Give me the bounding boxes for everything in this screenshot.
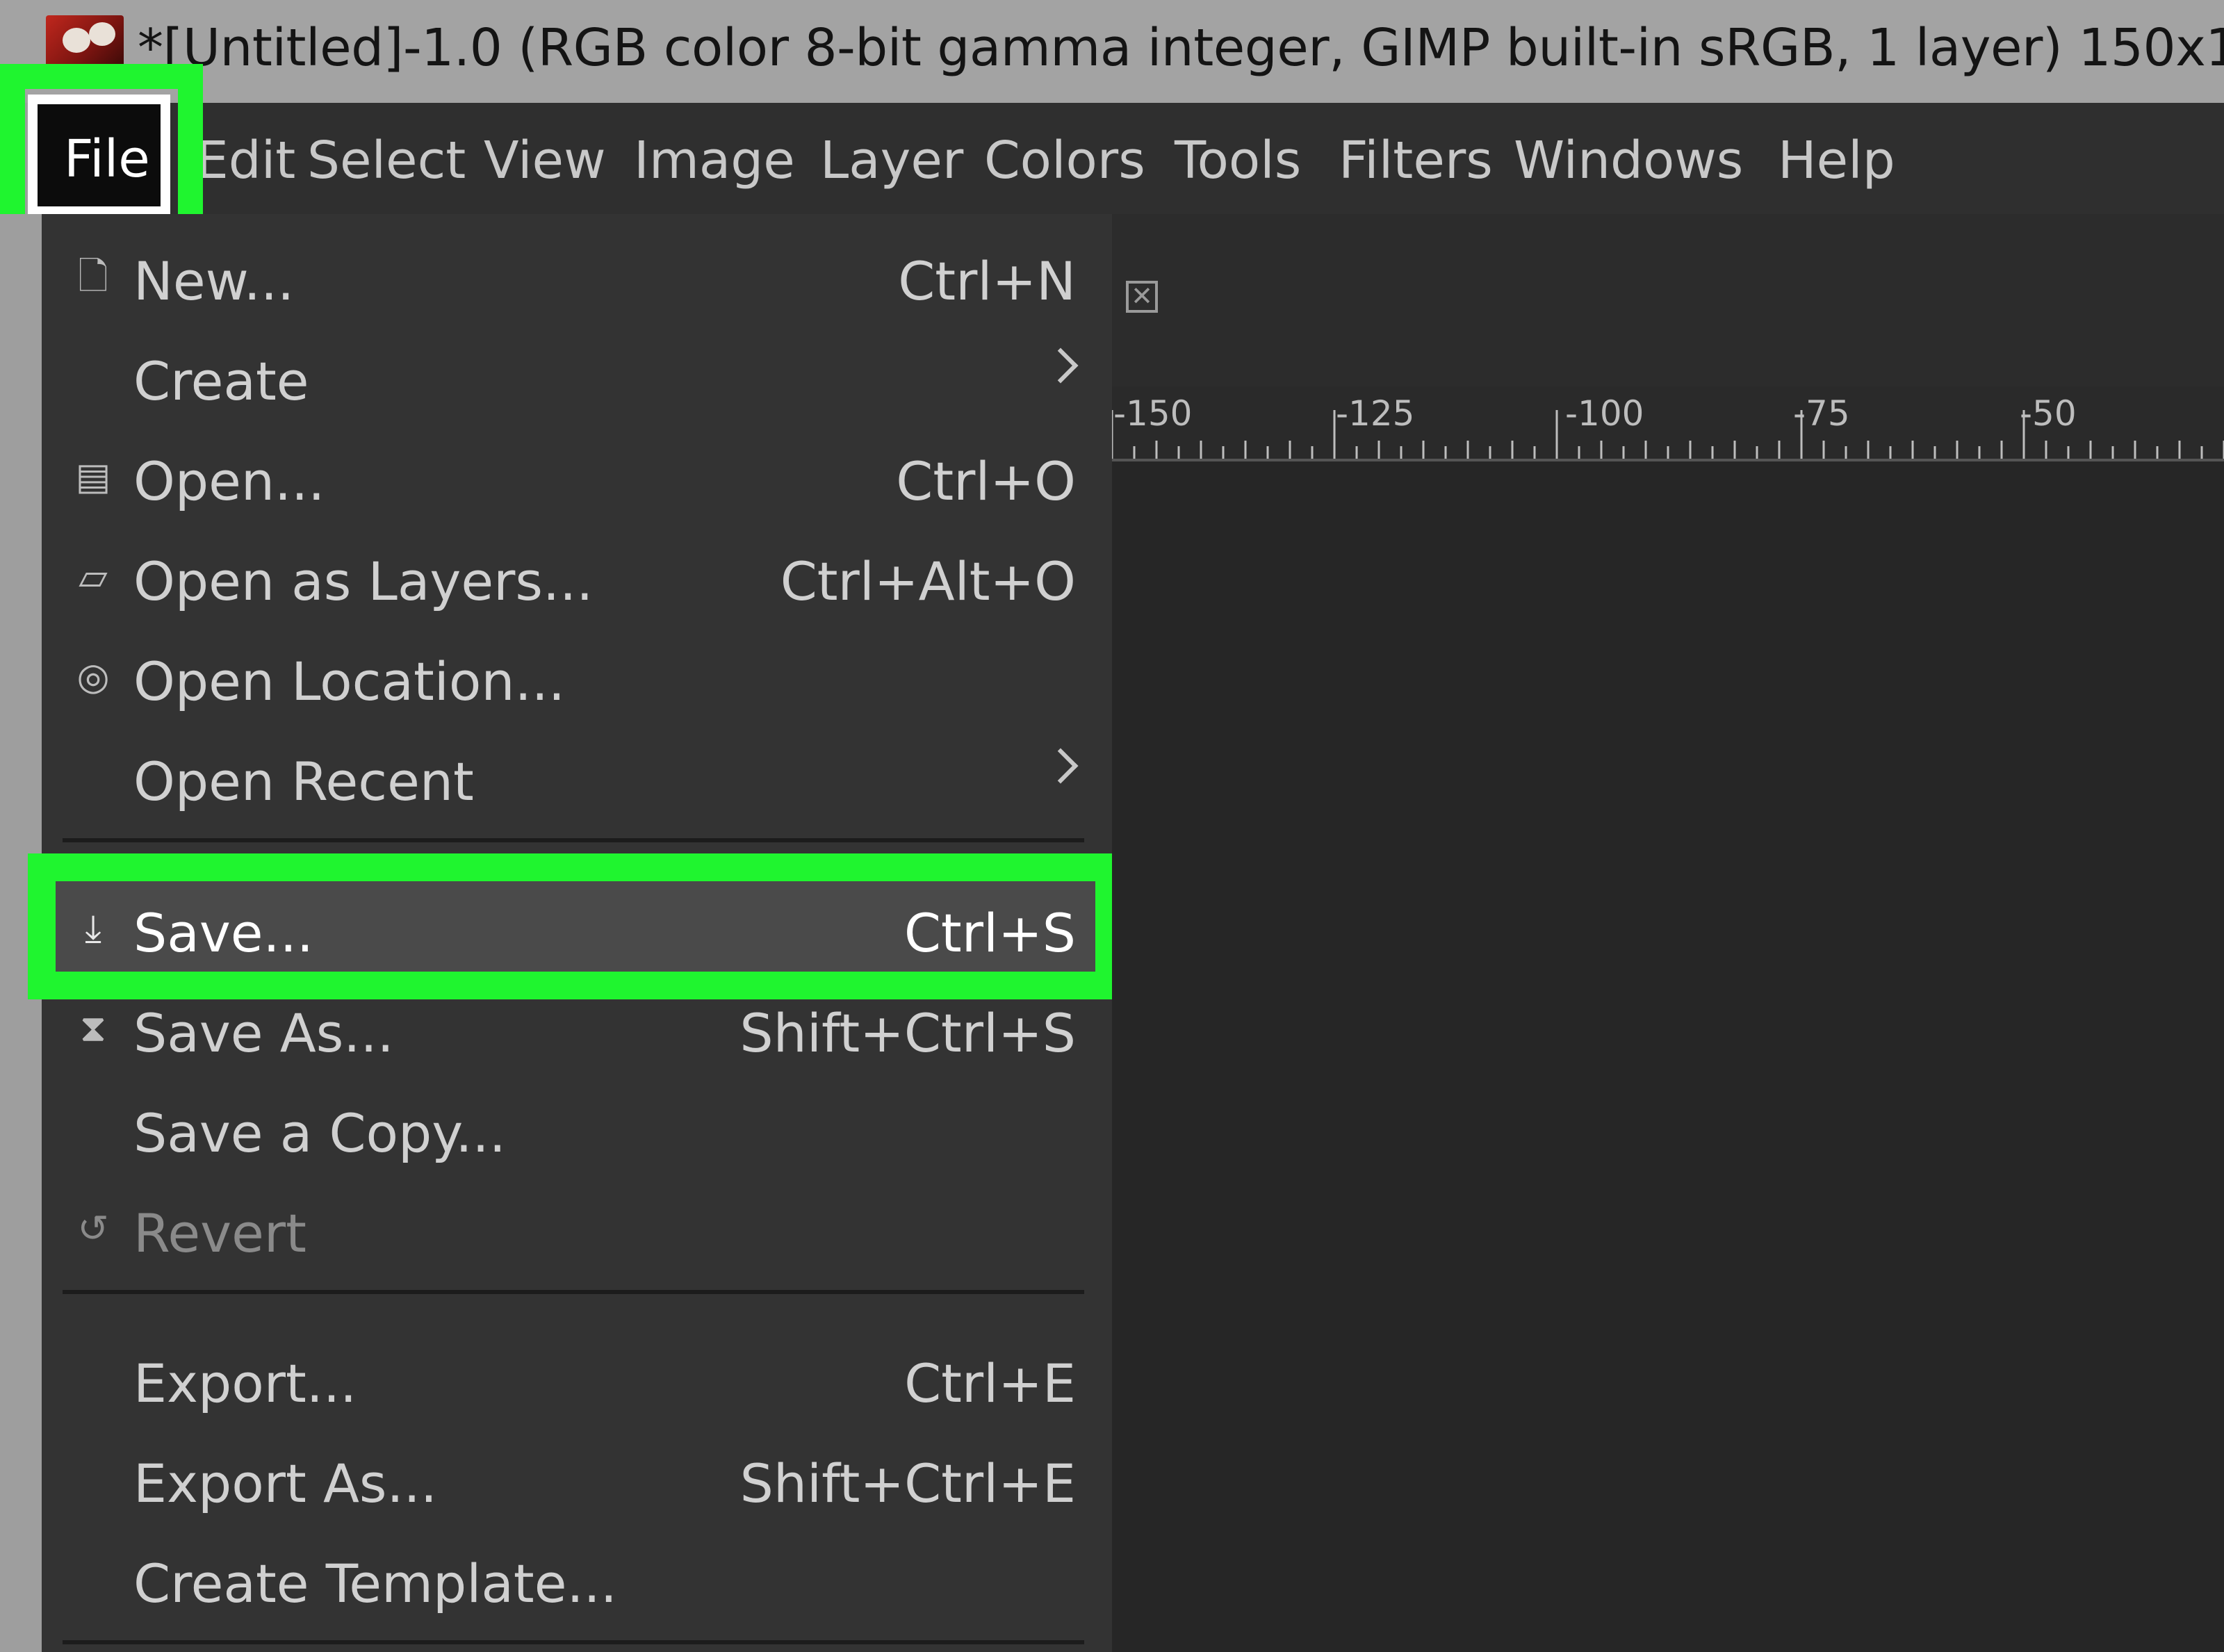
menu-item-shortcut: Ctrl+O (896, 450, 1076, 512)
menu-colors[interactable]: Colors (984, 131, 1145, 190)
menu-windows[interactable]: Windows (1514, 131, 1743, 190)
chevron-right-icon (1042, 347, 1079, 384)
menu-item-label: Open Recent (133, 751, 474, 812)
menu-item-label: Open... (133, 450, 325, 512)
menu-item-label: Create Template... (133, 1553, 617, 1614)
menu-image[interactable]: Image (634, 131, 795, 190)
open-file-icon: ▤ (75, 455, 111, 498)
menu-item-shortcut: Shift+Ctrl+S (739, 1002, 1076, 1064)
menu-item-open-as-layers[interactable]: ▱ Open as Layers... Ctrl+Alt+O (42, 530, 1112, 627)
ruler-label: -50 (2020, 393, 2077, 434)
menu-item-revert: ↺ Revert (42, 1181, 1112, 1279)
menu-view[interactable]: View (484, 131, 606, 190)
menu-separator (63, 1640, 1084, 1644)
menu-layer[interactable]: Layer (820, 131, 963, 190)
ruler-label: -125 (1336, 393, 1414, 434)
new-document-icon: 🗋 (78, 254, 108, 298)
menu-item-shortcut: Ctrl+E (904, 1352, 1076, 1414)
menu-separator (63, 838, 1084, 842)
horizontal-ruler[interactable]: -150 -125 -100 -75 -50 (1112, 386, 2224, 461)
image-tab-strip (1195, 214, 2224, 386)
chevron-right-icon (1042, 748, 1079, 784)
menu-item-shortcut: Ctrl+Alt+O (780, 550, 1076, 612)
canvas-area: ✕ -150 -125 -100 -75 -50 (1112, 214, 2224, 1652)
menu-separator (63, 1290, 1084, 1294)
menu-tools[interactable]: Tools (1175, 131, 1301, 190)
save-as-icon: ⧗ (80, 1006, 106, 1050)
image-canvas[interactable] (1112, 461, 2224, 1652)
window-title: *[Untitled]-1.0 (RGB color 8-bit gamma i… (138, 18, 2224, 78)
menu-item-label: Create (133, 350, 309, 412)
menu-item-label: Open Location... (133, 651, 566, 712)
menu-item-new[interactable]: 🗋 New... Ctrl+N (42, 229, 1112, 327)
menu-item-label: Export As... (133, 1453, 437, 1514)
menu-item-label: Open as Layers... (133, 550, 594, 612)
menu-bar: Edit Select View Image Layer Colors Tool… (42, 103, 2224, 214)
menu-item-open-recent[interactable]: Open Recent (42, 730, 1112, 827)
image-tab-dock: ✕ (1112, 214, 1195, 386)
menu-item-save-a-copy[interactable]: Save a Copy... (42, 1081, 1112, 1179)
highlight-save-box (28, 853, 1123, 999)
menu-item-create-template[interactable]: Create Template... (42, 1532, 1112, 1629)
revert-icon: ↺ (77, 1207, 109, 1250)
ruler-label: -150 (1113, 393, 1192, 434)
gimp-logo-icon (46, 15, 124, 68)
menu-item-create[interactable]: Create (42, 329, 1112, 427)
menu-item-open[interactable]: ▤ Open... Ctrl+O (42, 430, 1112, 527)
menu-item-label: Revert (133, 1202, 306, 1264)
globe-icon: ◎ (76, 655, 110, 698)
menu-item-label: Export... (133, 1352, 357, 1414)
menu-item-label: Save a Copy... (133, 1102, 506, 1164)
menu-filters[interactable]: Filters (1339, 131, 1493, 190)
menu-select[interactable]: Select (307, 131, 466, 190)
close-icon[interactable]: ✕ (1126, 281, 1158, 313)
menu-item-label: New... (133, 250, 295, 312)
menu-item-open-location[interactable]: ◎ Open Location... (42, 630, 1112, 727)
open-layers-icon: ▱ (79, 555, 108, 598)
menu-help[interactable]: Help (1778, 131, 1895, 190)
menu-item-export-as[interactable]: Export As... Shift+Ctrl+E (42, 1432, 1112, 1529)
ruler-ticks: -150 -125 -100 -75 -50 (1112, 393, 2224, 459)
ruler-label: -100 (1565, 393, 1644, 434)
menu-item-shortcut: Ctrl+N (898, 250, 1076, 312)
title-bar: *[Untitled]-1.0 (RGB color 8-bit gamma i… (0, 0, 2224, 103)
menu-item-export[interactable]: Export... Ctrl+E (42, 1332, 1112, 1429)
menu-edit[interactable]: Edit (196, 131, 295, 190)
menu-item-label: Save As... (133, 1002, 394, 1064)
menu-item-shortcut: Shift+Ctrl+E (739, 1453, 1076, 1514)
